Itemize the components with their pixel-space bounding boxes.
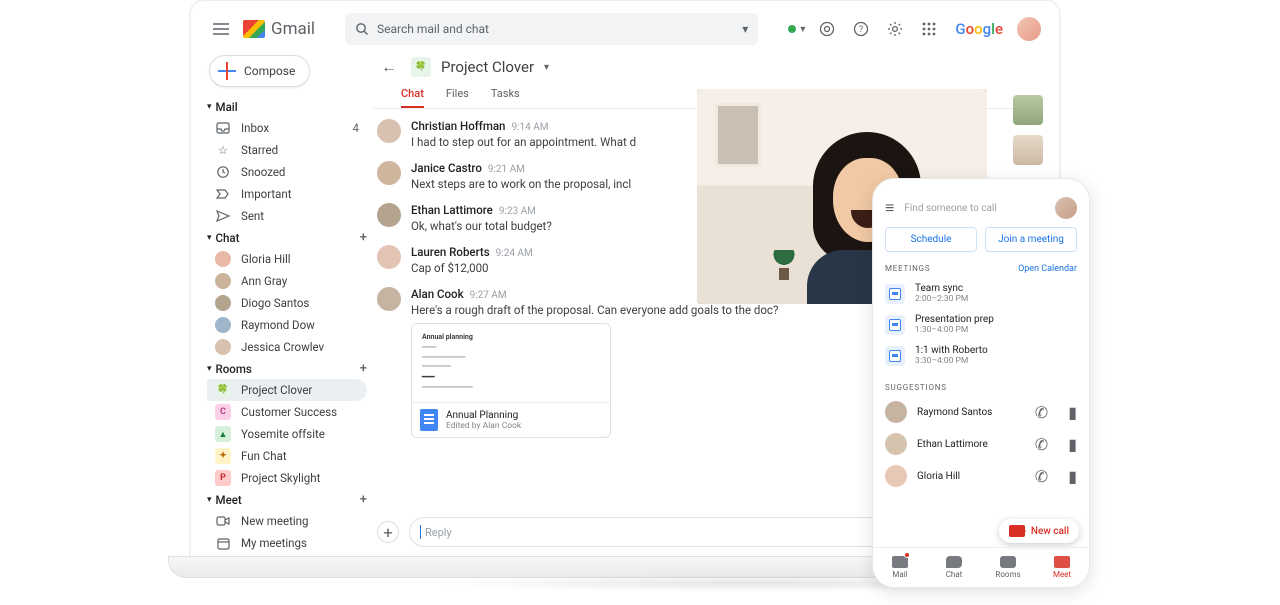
important-icon [215,186,231,202]
docs-icon [420,409,438,431]
nav-inbox[interactable]: Inbox4 [207,117,367,139]
section-chat[interactable]: ▾Chat+ [207,227,367,248]
join-meeting-button[interactable]: Join a meeting [985,227,1077,252]
tab-chat[interactable]: Chat [401,83,424,108]
calendar-icon [215,535,231,551]
room-item[interactable]: CCustomer Success [207,401,367,423]
meeting-item[interactable]: Team sync2:00–2:30 PM [873,278,1089,309]
chat-contact[interactable]: Diogo Santos [207,292,367,314]
room-item[interactable]: ✦Fun Chat [207,445,367,467]
room-item[interactable]: PProject Skylight [207,467,367,489]
meet-new-meeting[interactable]: New meeting [207,510,367,532]
section-rooms[interactable]: ▾Rooms+ [207,358,367,379]
suggestion-item[interactable]: Gloria Hill✆▮ [873,460,1089,492]
chat-contact[interactable]: Gloria Hill [207,248,367,270]
video-icon [215,513,231,529]
star-icon: ☆ [215,142,231,158]
meet-my-meetings[interactable]: My meetings [207,532,367,553]
meetings-heading: MEETINGS [885,264,930,273]
nav-important[interactable]: Important [207,183,367,205]
chevron-down-icon[interactable]: ▾ [544,62,549,73]
phone-mock: ≡ Find someone to call Schedule Join a m… [872,178,1090,588]
tab-tasks[interactable]: Tasks [491,83,520,108]
help-icon[interactable]: ? [849,17,873,41]
tab-meet[interactable]: Meet [1035,548,1089,587]
phone-icon[interactable]: ✆ [1035,467,1048,486]
inbox-icon [215,120,231,136]
gmail-logo: Gmail [243,19,315,39]
chevron-down-icon[interactable]: ▾ [742,22,748,36]
video-icon[interactable]: ▮ [1068,403,1077,422]
calendar-icon [885,315,905,335]
add-attachment-icon[interactable]: + [377,521,399,543]
back-arrow-icon[interactable]: ← [377,55,401,79]
participant-thumb[interactable] [1013,135,1043,165]
chat-contact[interactable]: Ann Gray [207,270,367,292]
sidebar: Compose ▾Mail Inbox4 ☆Starred Snoozed Im… [197,51,373,553]
status-indicator[interactable]: ▾ [788,24,805,35]
suggestion-item[interactable]: Ethan Lattimore✆▮ [873,428,1089,460]
room-avatar-icon: 🍀 [411,57,431,77]
tab-chat[interactable]: Chat [927,548,981,587]
participant-thumb[interactable] [1013,95,1043,125]
phone-icon[interactable]: ✆ [1035,403,1048,422]
settings-gear-icon[interactable] [883,17,907,41]
new-call-fab[interactable]: New call [999,519,1079,543]
nav-snoozed[interactable]: Snoozed [207,161,367,183]
chat-contact[interactable]: Jessica Crowlev [207,336,367,358]
suggestions-heading: SUGGESTIONS [885,383,947,392]
phone-icon[interactable]: ✆ [1035,435,1048,454]
phone-tab-bar: Mail Chat Rooms Meet [873,547,1089,587]
room-project-clover[interactable]: 🍀Project Clover [207,379,367,401]
add-room-icon[interactable]: + [360,361,367,376]
tab-rooms[interactable]: Rooms [981,548,1035,587]
sent-icon [215,208,231,224]
support-icon[interactable] [815,17,839,41]
tab-files[interactable]: Files [446,83,469,108]
doc-attachment[interactable]: Annual planning━━━━━━━━━━━━━━━━━━━━━━━━━… [411,323,611,438]
tab-mail[interactable]: Mail [873,548,927,587]
plus-icon [218,62,236,80]
apps-grid-icon[interactable] [917,17,941,41]
hamburger-menu-icon[interactable]: ≡ [885,198,894,218]
account-avatar[interactable] [1055,197,1077,219]
clock-icon [215,164,231,180]
add-chat-icon[interactable]: + [360,230,367,245]
search-icon [355,22,369,36]
section-mail[interactable]: ▾Mail [207,97,367,117]
gmail-icon [243,20,265,38]
room-title: Project Clover [441,58,534,76]
search-input[interactable]: Search mail and chat ▾ [345,13,758,45]
open-calendar-link[interactable]: Open Calendar [1018,264,1077,274]
room-item[interactable]: ▲Yosemite offsite [207,423,367,445]
section-meet[interactable]: ▾Meet+ [207,489,367,510]
svg-text:?: ? [859,25,863,35]
video-icon [1009,525,1025,537]
account-avatar[interactable] [1017,17,1041,41]
video-icon[interactable]: ▮ [1068,467,1077,486]
add-meet-icon[interactable]: + [360,492,367,507]
google-logo: Google [951,18,1007,40]
calendar-icon [885,346,905,366]
nav-sent[interactable]: Sent [207,205,367,227]
meeting-item[interactable]: Presentation prep1:30–4:00 PM [873,309,1089,340]
phone-search-input[interactable]: Find someone to call [904,203,1045,214]
hamburger-menu-icon[interactable] [209,17,233,41]
suggestion-item[interactable]: Raymond Santos✆▮ [873,396,1089,428]
compose-button[interactable]: Compose [209,55,310,87]
chat-contact[interactable]: Raymond Dow [207,314,367,336]
nav-starred[interactable]: ☆Starred [207,139,367,161]
video-icon[interactable]: ▮ [1068,435,1077,454]
meeting-item[interactable]: 1:1 with Roberto3:30–4:00 PM [873,340,1089,371]
calendar-icon [885,284,905,304]
schedule-button[interactable]: Schedule [885,227,977,252]
